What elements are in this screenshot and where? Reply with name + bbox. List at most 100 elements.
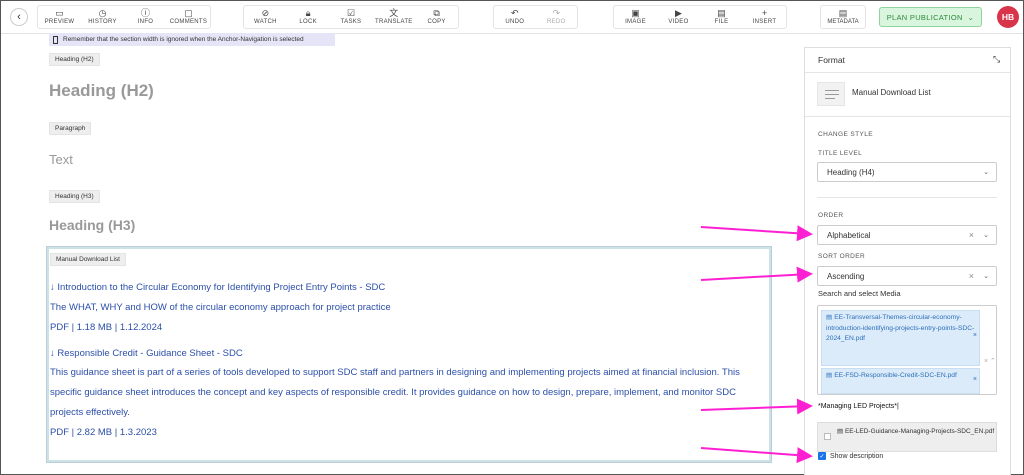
copy-icon: ⧉ [433, 8, 440, 18]
collapse-icon[interactable]: ⤡ [993, 54, 1000, 65]
tasks-button[interactable]: ☑ TASKS [330, 6, 373, 28]
back-button[interactable]: ‹ [10, 8, 28, 26]
title-level-label: TITLE LEVEL [818, 150, 863, 157]
media-search-option[interactable]: ▤ EE-LED-Guidance-Managing-Projects-SDC_… [817, 422, 997, 452]
undo-label: UNDO [505, 19, 525, 25]
h3-block-tag[interactable]: Heading (H3) [49, 190, 100, 203]
insert-button[interactable]: + INSERT [743, 6, 786, 28]
divider [805, 116, 1010, 117]
file-button[interactable]: ▤ FILE [700, 6, 743, 28]
tasks-icon: ☑ [346, 8, 356, 18]
phone-icon [53, 35, 58, 44]
download-item-description: The WHAT, WHY and HOW of the circular ec… [50, 302, 391, 313]
comments-button[interactable]: ▢ COMMENTS [167, 6, 210, 28]
preview-icon: ▭ [55, 8, 64, 18]
option-label: ▤ EE-LED-Guidance-Managing-Projects-SDC_… [837, 428, 995, 435]
h2-block-tag[interactable]: Heading (H2) [49, 53, 100, 66]
download-item-meta: PDF | 2.82 MB | 1.3.2023 [50, 427, 157, 438]
download-item-title[interactable]: Introduction to the Circular Economy for… [50, 282, 385, 293]
show-description-label: Show description [830, 452, 884, 460]
plan-publication-label: PLAN PUBLICATION [886, 12, 963, 22]
chevron-down-icon: ⌄ [967, 12, 975, 22]
chevron-down-icon: ⌄ [983, 273, 989, 280]
checkbox-checked-icon[interactable]: ✓ [818, 452, 826, 460]
history-icon: ◷ [98, 8, 107, 18]
download-item-meta: PDF | 1.18 MB | 1.12.2024 [50, 322, 163, 333]
download-item-title[interactable]: Responsible Credit - Guidance Sheet - SD… [50, 348, 242, 359]
option-checkbox[interactable] [824, 433, 831, 440]
title-level-select[interactable]: Heading (H4) ⌄ [817, 162, 997, 182]
show-description-toggle[interactable]: ✓ Show description [818, 452, 883, 460]
comments-icon: ▢ [184, 8, 193, 18]
video-icon: ▶ [675, 8, 682, 18]
order-select[interactable]: Alphabetical × ⌄ [817, 225, 997, 245]
metadata-button[interactable]: ▤ METADATA [820, 5, 866, 29]
clear-icon[interactable]: × [969, 230, 974, 240]
history-button[interactable]: ◷ HISTORY [81, 6, 124, 28]
sort-order-label: SORT ORDER [818, 253, 866, 260]
translate-button[interactable]: 文 TRANSLATE [372, 6, 415, 28]
download-item-description: This guidance sheet is part of a series … [50, 367, 740, 378]
clear-all-icon[interactable]: × ⌃ [984, 357, 996, 365]
paragraph-block-tag[interactable]: Paragraph [49, 122, 92, 135]
selected-media-chip[interactable]: ▤ EE-FSD-Responsible-Credit-SDC-EN.pdf × [821, 368, 980, 394]
copy-button[interactable]: ⧉ COPY [415, 6, 458, 28]
sort-order-select[interactable]: Ascending × ⌄ [817, 266, 997, 286]
anchor-navigation-notice: Remember that the section width is ignor… [49, 33, 335, 46]
heading-h2[interactable]: Heading (H2) [49, 81, 154, 101]
image-label: IMAGE [625, 19, 646, 25]
annotation-arrow [700, 225, 813, 242]
format-panel: Format ⤡ Manual Download List CHANGE STY… [804, 47, 1011, 475]
preview-label: PREVIEW [44, 19, 75, 25]
file-icon: ▤ [837, 428, 845, 435]
download-item-description: specific guidance sheet introduces the c… [50, 387, 736, 398]
metadata-icon: ▤ [838, 8, 848, 18]
notice-text: Remember that the section width is ignor… [63, 36, 304, 43]
toolbar-group-view: ▭ PREVIEW ◷ HISTORY ⓘ INFO ▢ COMMENTS [37, 5, 211, 29]
change-style-label: CHANGE STYLE [818, 131, 874, 138]
component-name: Manual Download List [852, 88, 931, 97]
media-search-label: Search and select Media [818, 289, 901, 298]
clear-icon[interactable]: × [969, 271, 974, 281]
watch-icon: ⊘ [261, 8, 270, 18]
panel-title: Format [818, 55, 845, 65]
remove-icon[interactable]: × [973, 375, 977, 386]
image-button[interactable]: ▣ IMAGE [614, 6, 657, 28]
lock-button[interactable]: 🔒︎ LOCK [287, 6, 330, 28]
chevron-left-icon: ‹ [17, 11, 21, 23]
toolbar-group-history: ↶ UNDO ↷ REDO [493, 5, 578, 29]
info-button[interactable]: ⓘ INFO [124, 6, 167, 28]
toolbar-group-actions: ⊘ WATCH 🔒︎ LOCK ☑ TASKS 文 TRANSLATE ⧉ COPY [243, 5, 459, 29]
remove-icon[interactable]: × [973, 331, 977, 342]
lock-label: LOCK [299, 19, 317, 25]
video-label: VIDEO [668, 19, 689, 25]
translate-label: TRANSLATE [374, 19, 413, 25]
file-icon: ▤ [826, 372, 835, 379]
redo-icon: ↷ [552, 8, 561, 18]
heading-h3[interactable]: Heading (H3) [49, 217, 135, 233]
chevron-down-icon: ⌄ [983, 169, 989, 176]
divider [805, 72, 1010, 73]
paragraph-text[interactable]: Text [49, 152, 73, 167]
info-label: INFO [137, 19, 154, 25]
file-icon: ▤ [717, 8, 726, 18]
history-label: HISTORY [88, 19, 117, 25]
plan-publication-button[interactable]: PLAN PUBLICATION ⌄ [879, 7, 982, 27]
user-avatar[interactable]: HB [997, 6, 1019, 28]
info-icon: ⓘ [140, 8, 150, 18]
title-level-value: Heading (H4) [827, 167, 875, 177]
toolbar-group-insert: ▣ IMAGE ▶ VIDEO ▤ FILE + INSERT [613, 5, 787, 29]
video-button[interactable]: ▶ VIDEO [657, 6, 700, 28]
translate-icon: 文 [389, 8, 399, 18]
download-list-block-tag[interactable]: Manual Download List [50, 253, 126, 266]
media-search-text[interactable]: *Managing LED Projects*| [818, 403, 899, 410]
selected-media-chip[interactable]: ▤ EE-Transversal-Themes-circular-economy… [821, 310, 980, 366]
undo-button[interactable]: ↶ UNDO [494, 6, 536, 28]
image-icon: ▣ [631, 8, 640, 18]
chevron-down-icon: ⌄ [983, 232, 989, 239]
watch-button[interactable]: ⊘ WATCH [244, 6, 287, 28]
redo-button[interactable]: ↷ REDO [536, 6, 578, 28]
media-select-input[interactable]: ▤ EE-Transversal-Themes-circular-economy… [817, 305, 997, 395]
order-value: Alphabetical [827, 230, 871, 240]
preview-button[interactable]: ▭ PREVIEW [38, 6, 81, 28]
